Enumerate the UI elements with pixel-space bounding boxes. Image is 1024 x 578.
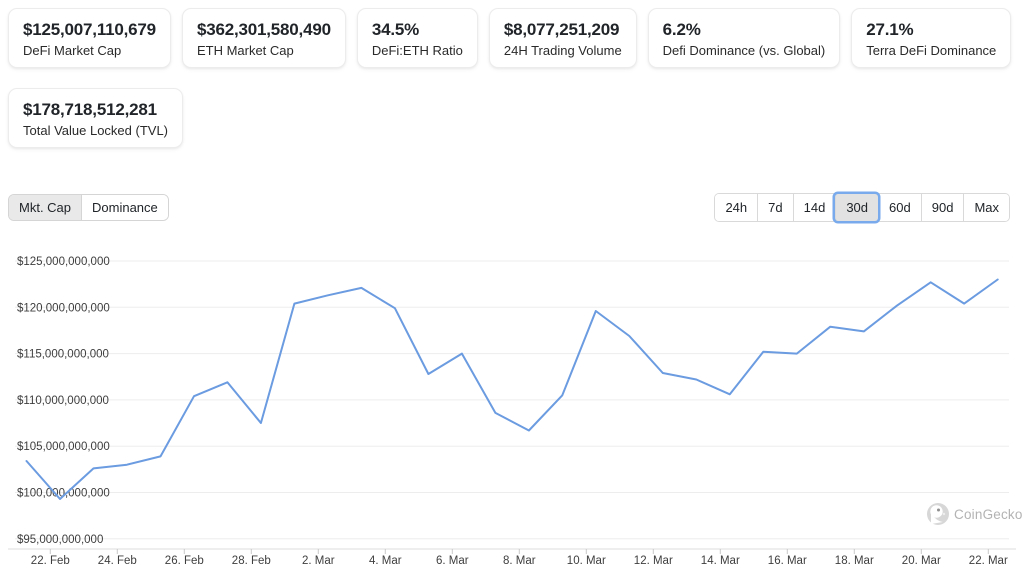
stat-label: ETH Market Cap [196,43,294,59]
x-axis-tick-label: 28. Feb [232,555,271,567]
stat-label: 24H Trading Volume [503,43,622,59]
stat-label: DeFi:ETH Ratio [371,43,463,59]
stat-label: Defi Dominance (vs. Global) [662,43,826,59]
x-axis-tick-label: 26. Feb [165,555,204,567]
time-range-buttons: 24h 7d 14d 30d 60d 90d Max [714,193,1010,223]
x-axis-tick-label: 18. Mar [835,555,874,567]
stat-value: 6.2% [662,20,701,39]
x-axis-tick-label: 14. Mar [701,555,740,567]
stat-card-defi-eth-ratio: 34.5% DeFi:ETH Ratio [356,8,478,69]
x-axis-tick-label: 20. Mar [902,555,941,567]
stat-card-defi-market-cap: $125,007,110,679 DeFi Market Cap [8,8,171,69]
stat-value: $8,077,251,209 [503,20,620,39]
stat-card-total-value-locked: $178,718,512,281 Total Value Locked (TVL… [8,88,183,149]
y-axis-tick-label: $115,000,000,000 [17,349,109,361]
x-axis-tick-label: 22. Feb [31,555,70,567]
y-axis-tick-label: $120,000,000,000 [17,302,110,314]
x-axis-tick-label: 4. Mar [369,555,402,567]
stats-row-1: $125,007,110,679 DeFi Market Cap $362,30… [8,8,1024,69]
range-90d-button[interactable]: 90d [920,194,964,222]
chart-gridlines [15,260,1009,540]
x-axis-tick-label: 2. Mar [302,555,335,567]
stat-value: $125,007,110,679 [23,20,156,39]
chart-type-tabs: Mkt. Cap Dominance [8,194,169,222]
stat-card-terra-defi-dominance: 27.1% Terra DeFi Dominance [851,8,1012,69]
stat-value: $178,718,512,281 [23,100,157,120]
range-14d-button[interactable]: 14d [792,194,836,222]
chart-axes: $125,000,000,000 $120,000,000,000 $115,000… [8,256,1016,567]
stat-label: Terra DeFi Dominance [866,43,997,59]
x-axis-tick-label: 16. Mar [768,555,807,567]
coingecko-logo-icon [927,503,949,526]
stat-value: $362,301,580,490 [196,20,331,39]
stat-value: 27.1% [866,20,914,39]
y-axis-tick-label: $100,000,000,000 [17,488,110,500]
tab-mkt-cap[interactable]: Mkt. Cap [9,195,83,221]
range-30d-button[interactable]: 30d [835,194,879,222]
x-axis-tick-label: 24. Feb [98,555,137,567]
stat-card-defi-dominance: 6.2% Defi Dominance (vs. Global) [647,8,841,69]
stat-card-eth-market-cap: $362,301,580,490 ETH Market Cap [181,8,346,69]
x-axis-tick-label: 8. Mar [503,555,536,567]
x-axis-tick-label: 22. Mar [969,555,1008,567]
series-defi-market-cap[interactable] [25,278,999,501]
stat-value: 34.5% [371,20,420,39]
stats-row-2: $178,718,512,281 Total Value Locked (TVL… [8,88,1024,149]
coingecko-watermark: CoinGecko [927,503,1023,526]
range-max-button[interactable]: Max [963,194,1009,222]
y-axis-tick-label: $125,000,000,000 [17,256,110,268]
chart-controls: Mkt. Cap Dominance 24h 7d 14d 30d 60d 90… [8,193,1010,223]
range-7d-button[interactable]: 7d [757,194,793,222]
y-axis-tick-label: $110,000,000,000 [17,395,109,407]
stat-card-24h-trading-volume: $8,077,251,209 24H Trading Volume [488,8,637,69]
x-axis-tick-label: 12. Mar [634,555,673,567]
watermark-label: CoinGecko [954,507,1023,522]
range-60d-button[interactable]: 60d [878,194,921,222]
tab-dominance[interactable]: Dominance [82,195,168,221]
line-chart-canvas[interactable]: $125,000,000,000 $120,000,000,000 $115,000… [0,248,1024,573]
x-axis-tick-label: 10. Mar [567,555,606,567]
defi-market-cap-chart: $125,000,000,000 $120,000,000,000 $115,000… [0,248,1024,578]
range-24h-button[interactable]: 24h [715,194,758,222]
x-axis-tick-label: 6. Mar [436,555,469,567]
stat-label: Total Value Locked (TVL) [23,123,168,139]
y-axis-tick-label: $95,000,000,000 [17,534,103,546]
y-axis-tick-label: $105,000,000,000 [17,441,110,453]
stat-label: DeFi Market Cap [23,43,122,59]
